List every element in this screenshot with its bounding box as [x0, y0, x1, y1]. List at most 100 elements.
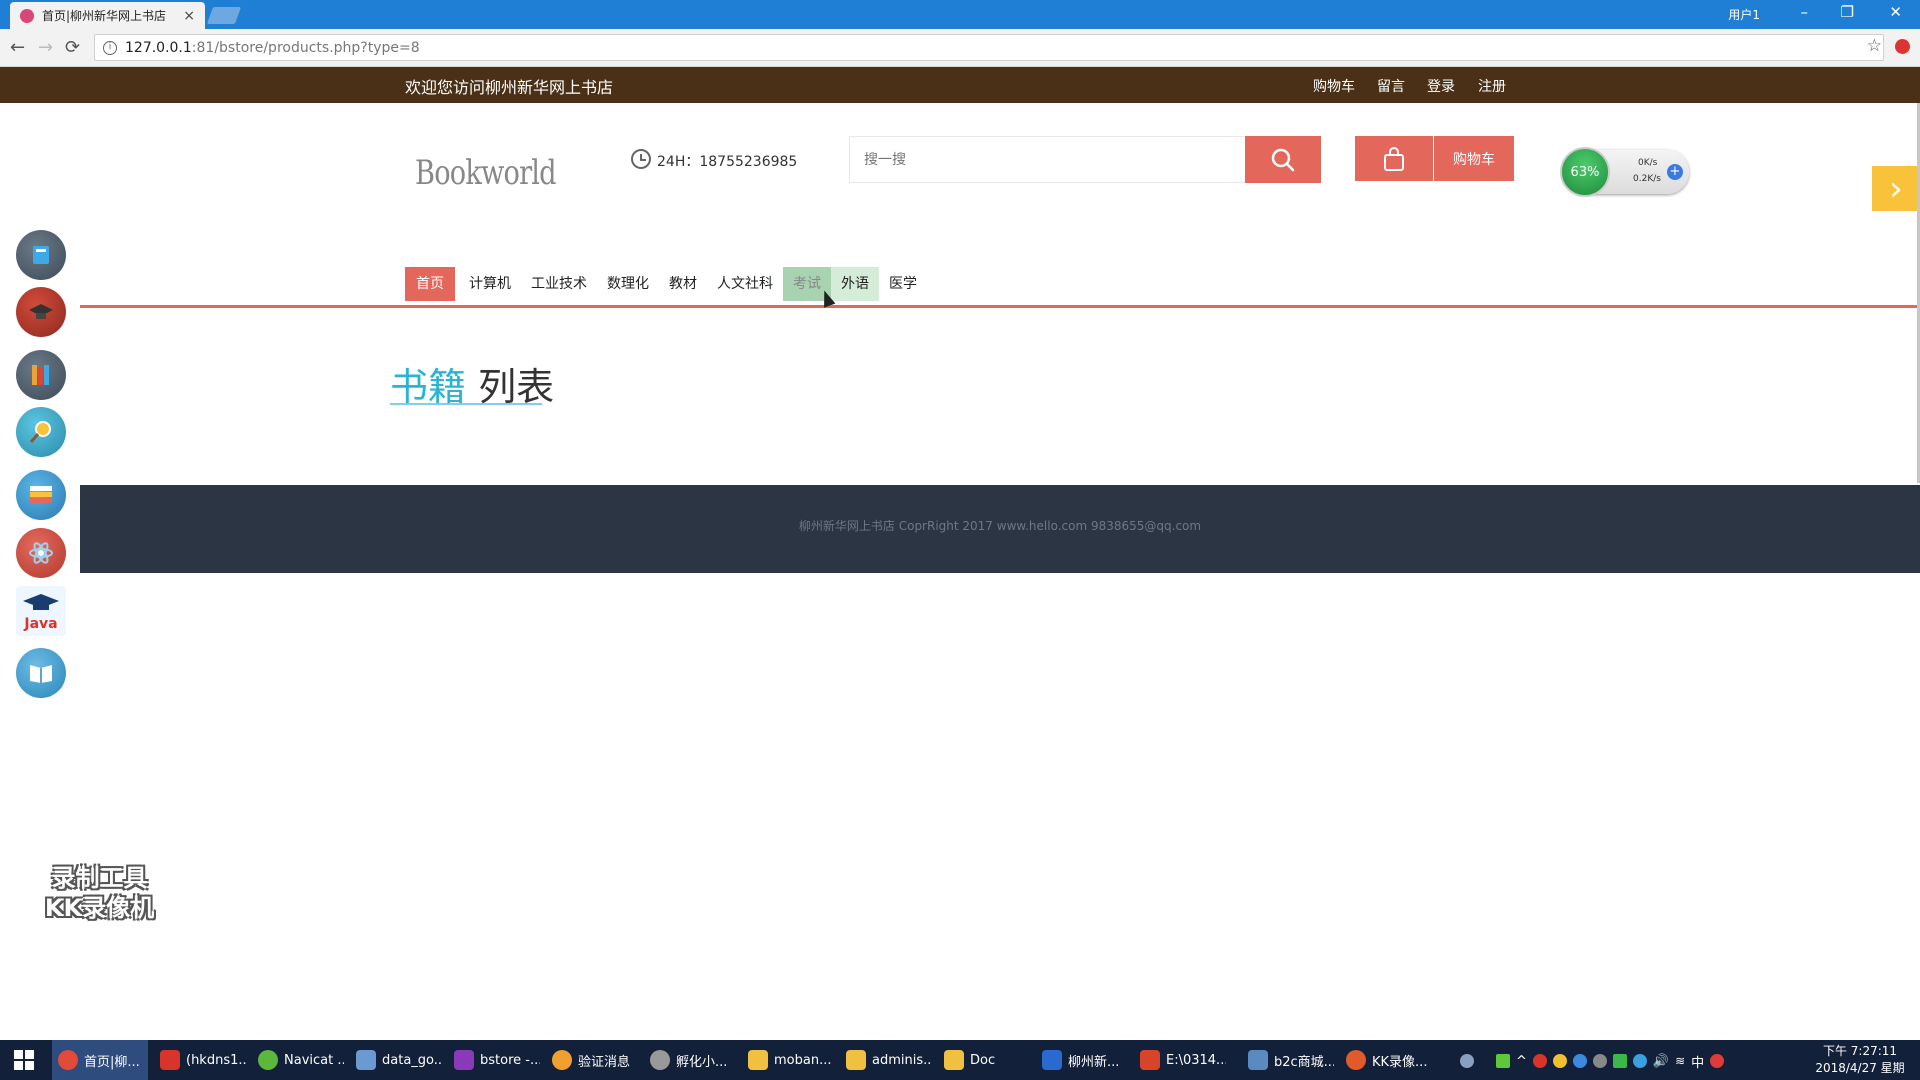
atom-icon[interactable] — [16, 528, 66, 578]
nav-item-home[interactable]: 首页 — [405, 267, 455, 301]
top-link-login[interactable]: 登录 — [1427, 76, 1455, 96]
back-icon[interactable]: ← — [10, 37, 25, 58]
close-window-icon[interactable]: ✕ — [1889, 3, 1902, 21]
search-input[interactable] — [849, 136, 1246, 183]
search-button[interactable] — [1245, 136, 1321, 183]
nav-item-science[interactable]: 数理化 — [597, 267, 659, 301]
widget-plus-icon[interactable]: + — [1667, 164, 1683, 180]
open-book-icon[interactable] — [16, 648, 66, 698]
download-speed: 0.2K/s — [1633, 174, 1661, 184]
java-icon[interactable]: Java — [16, 586, 66, 636]
memory-usage-percent: 63% — [1560, 147, 1610, 197]
taskbar-item-word[interactable]: 柳州新... — [1036, 1040, 1128, 1080]
taskbar-item-git[interactable]: (hkdns1... — [154, 1040, 246, 1080]
nav-item-industrial[interactable]: 工业技术 — [521, 267, 597, 301]
book-icon[interactable] — [16, 230, 66, 280]
clock-time: 下午 7:27:11 — [1822, 1044, 1898, 1058]
clock-icon — [631, 149, 651, 169]
url-host: 127.0.0.1 — [125, 39, 192, 56]
chevron-up-icon[interactable]: ^ — [1516, 1054, 1527, 1069]
top-link-message[interactable]: 留言 — [1377, 76, 1405, 96]
system-tray: ^ 🔊 ≋ 中 — [1460, 1052, 1800, 1071]
site-info-icon[interactable]: i — [103, 40, 117, 55]
taskbar-item-doc[interactable]: Doc — [938, 1040, 1030, 1080]
bookmark-star-icon[interactable]: ☆ — [1867, 36, 1882, 56]
browser-user-label[interactable]: 用户1 — [1728, 6, 1760, 23]
taskbar-item-b2c[interactable]: b2c商城... — [1242, 1040, 1334, 1080]
ime-indicator[interactable]: 中 — [1691, 1052, 1704, 1071]
browser-titlebar: 首页|柳州新华网上书店 × 用户1 – ❐ ✕ — [0, 0, 1920, 29]
image-icon — [1248, 1050, 1268, 1070]
recorder-watermark: 录制工具 KK录像机 — [32, 863, 167, 923]
graduation-cap-icon[interactable] — [16, 287, 66, 337]
git-icon — [160, 1050, 180, 1070]
new-tab-button[interactable] — [206, 7, 242, 24]
word-icon — [1042, 1050, 1062, 1070]
taskbar-item-moban[interactable]: moban... — [742, 1040, 834, 1080]
cart-button[interactable]: 购物车 — [1434, 136, 1514, 181]
kk-recorder-icon — [1346, 1050, 1366, 1070]
nav-item-humanities[interactable]: 人文社科 — [707, 267, 783, 301]
address-bar[interactable]: i 127.0.0.1:81/bstore/products.php?type=… — [94, 34, 1884, 61]
battery-icon[interactable] — [1496, 1054, 1510, 1068]
bluetooth-icon[interactable] — [1572, 1054, 1587, 1068]
magnifier-icon[interactable] — [16, 407, 66, 457]
forward-icon[interactable]: → — [38, 37, 53, 58]
cart-icon-button[interactable] — [1355, 136, 1433, 181]
reload-icon[interactable]: ⟳ — [65, 37, 80, 58]
tab-close-icon[interactable]: × — [183, 8, 195, 24]
wifi-icon[interactable]: ≋ — [1675, 1054, 1685, 1068]
taskbar-item-admin[interactable]: adminis... — [840, 1040, 932, 1080]
nav-divider — [80, 305, 1920, 308]
volume-icon[interactable]: 🔊 — [1653, 1054, 1669, 1069]
hotline-text: 24H：18755236985 — [657, 154, 798, 170]
bird-icon — [650, 1050, 670, 1070]
window-icon — [356, 1050, 376, 1070]
browser-tab[interactable]: 首页|柳州新华网上书店 × — [10, 2, 205, 29]
taskbar-item-verify[interactable]: 验证消息 — [546, 1040, 638, 1080]
top-link-register[interactable]: 注册 — [1478, 76, 1506, 96]
people-icon[interactable] — [1460, 1054, 1474, 1068]
watermark-line-1: 录制工具 — [51, 864, 148, 892]
minimize-icon[interactable]: – — [1801, 3, 1809, 21]
tray-globe-icon[interactable] — [1632, 1054, 1647, 1068]
taskbar-label: bstore -... — [480, 1052, 540, 1068]
taskbar-item-phpstorm[interactable]: bstore -... — [448, 1040, 540, 1080]
upload-speed: 0K/s — [1638, 158, 1658, 168]
taskbar-item-kk[interactable]: KK录像... — [1340, 1040, 1436, 1080]
tab-title: 首页|柳州新华网上书店 — [42, 9, 167, 23]
folder-icon — [748, 1050, 768, 1070]
antivirus-icon[interactable] — [1532, 1054, 1547, 1068]
taskbar-item-data[interactable]: data_go... — [350, 1040, 442, 1080]
extension-icon[interactable] — [1895, 39, 1910, 54]
tray-app-icon[interactable] — [1552, 1054, 1567, 1068]
restore-icon[interactable]: ❐ — [1841, 3, 1854, 21]
top-link-cart[interactable]: 购物车 — [1313, 76, 1355, 96]
settings-icon[interactable] — [1592, 1054, 1607, 1068]
taskbar-item-chrome[interactable]: 首页|柳... — [52, 1040, 148, 1080]
title-underline — [390, 403, 542, 405]
taskbar-label: Doc — [970, 1052, 996, 1068]
sogou-icon[interactable] — [1710, 1054, 1725, 1068]
nvidia-icon[interactable] — [1612, 1054, 1627, 1068]
nav-item-textbook[interactable]: 教材 — [659, 267, 707, 301]
bookshelf-icon[interactable] — [16, 350, 66, 400]
taskbar-label: adminis... — [872, 1052, 932, 1068]
site-logo[interactable]: Bookworld — [415, 153, 557, 193]
nav-item-medicine[interactable]: 医学 — [879, 267, 927, 301]
windows-taskbar: 首页|柳... (hkdns1... Navicat ... data_go..… — [0, 1040, 1920, 1080]
side-arrow-button[interactable]: › — [1872, 166, 1920, 211]
taskbar-clock[interactable]: 下午 7:27:11 2018/4/27 星期五 — [1810, 1043, 1910, 1080]
taskbar-item-explorer[interactable]: E:\0314... — [1134, 1040, 1226, 1080]
network-speed-widget[interactable]: 63% 0K/s 0.2K/s + — [1560, 147, 1689, 197]
footer-copyright: 柳州新华网上书店 CoprRight 2017 www.hello.com 98… — [798, 519, 1202, 533]
nav-item-foreign-language[interactable]: 外语 — [831, 267, 879, 301]
taskbar-label: 首页|柳... — [84, 1054, 140, 1070]
taskbar-item-navicat[interactable]: Navicat ... — [252, 1040, 344, 1080]
taskbar-item-incubator[interactable]: 孵化小... — [644, 1040, 736, 1080]
books-stack-icon[interactable] — [16, 470, 66, 520]
nav-item-computer[interactable]: 计算机 — [459, 267, 521, 301]
windows-start-icon[interactable] — [14, 1050, 34, 1070]
welcome-text: 欢迎您访问柳州新华网上书店 — [405, 78, 614, 97]
search-icon — [1271, 148, 1295, 171]
